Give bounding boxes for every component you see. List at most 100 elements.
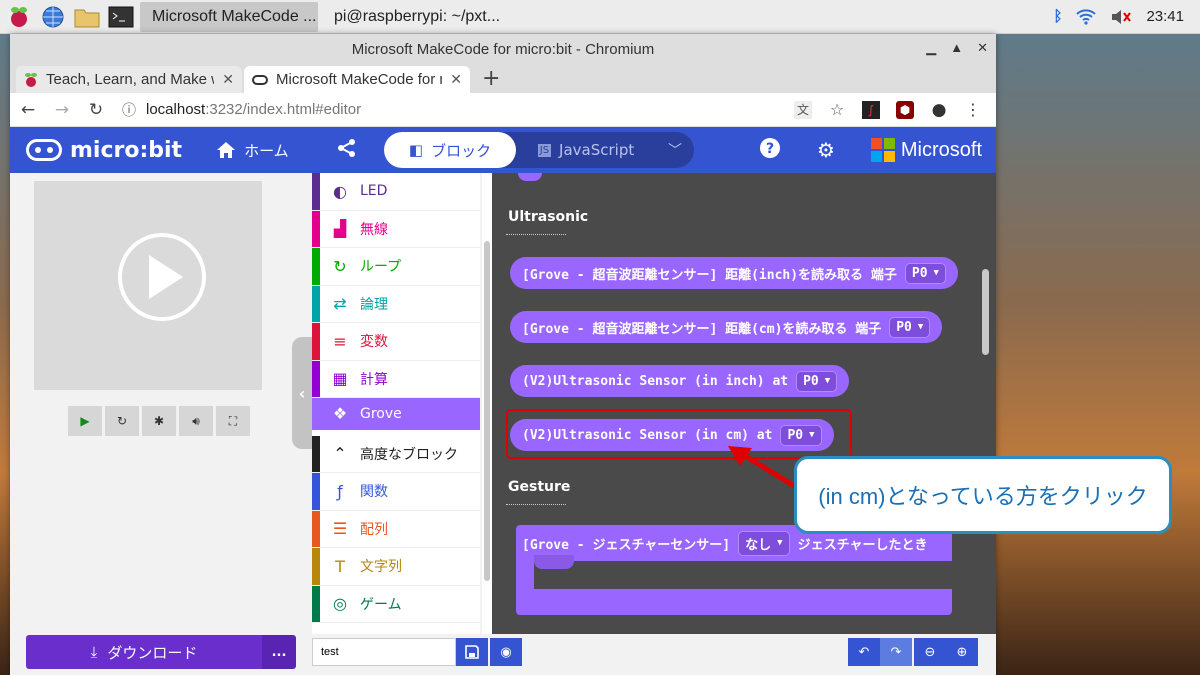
download-button[interactable]: ⤓ ダウンロード <box>26 635 262 669</box>
clock[interactable]: 23:41 <box>1146 8 1184 25</box>
window-titlebar[interactable]: Microsoft MakeCode for micro:bit - Chrom… <box>10 34 996 64</box>
sim-debug-button[interactable]: ✱ <box>142 406 176 436</box>
ublock-icon[interactable]: ⬢ <box>896 100 914 119</box>
file-manager-icon[interactable] <box>72 3 102 31</box>
play-icon <box>149 255 183 299</box>
sim-mute-button[interactable]: 🔊︎ <box>179 406 213 436</box>
block-v2-ultrasonic-inch[interactable]: (V2)Ultrasonic Sensor (in inch) at P0 ▼ <box>510 365 850 397</box>
brand-text: Microsoft <box>900 138 982 161</box>
forward-icon[interactable]: → <box>54 100 70 120</box>
blocks-mode-button[interactable]: ◧ ブロック <box>384 132 516 168</box>
block-v2-ultrasonic-cm[interactable]: (V2)Ultrasonic Sensor (in cm) at P0 ▼ <box>510 419 834 451</box>
block-flyout: Ultrasonic [Grove - 超音波距離センサー] 距離(inch)を… <box>492 173 996 634</box>
new-tab-button[interactable]: + <box>472 66 510 93</box>
category-icon: ❖ <box>332 404 348 424</box>
toolbox-category[interactable]: ◐ LED <box>312 173 480 211</box>
zoom-out-button[interactable]: ⊖ <box>914 638 946 666</box>
sim-play-button[interactable]: ▶ <box>68 406 102 436</box>
url-field[interactable]: ⓘ localhost:3232/index.html#editor <box>122 100 361 120</box>
share-button[interactable] <box>337 138 357 163</box>
github-icon: ◉ <box>500 644 512 660</box>
taskbar-task-terminal[interactable]: pi@raspberrypi: ~/pxt... <box>322 2 504 32</box>
minimize-icon[interactable]: ▁ <box>926 40 936 56</box>
extension-icon[interactable]: ∫ <box>862 100 880 119</box>
sim-restart-button[interactable]: ↻ <box>105 406 139 436</box>
home-button[interactable]: ホーム <box>216 140 289 161</box>
terminal-icon[interactable] <box>106 3 136 31</box>
web-browser-icon[interactable] <box>38 3 68 31</box>
block-ultrasonic-inch-jp[interactable]: [Grove - 超音波距離センサー] 距離(inch)を読み取る 端子 P0 ▼ <box>510 257 958 289</box>
microsoft-logo[interactable]: Microsoft <box>870 138 982 162</box>
toolbox-category[interactable]: ☰ 配列 <box>312 510 480 548</box>
makecode-header: micro:bit ホーム ◧ ブロック JS JavaScript ﹀ ? ⚙ <box>10 127 996 173</box>
help-icon[interactable]: ? <box>759 137 781 164</box>
gear-icon[interactable]: ⚙ <box>817 138 835 162</box>
flyout-scrollbar[interactable] <box>982 269 989 355</box>
pin-dropdown[interactable]: P0 ▼ <box>904 262 946 284</box>
tab-title: Teach, Learn, and Make w <box>46 71 215 88</box>
info-icon[interactable]: ⓘ <box>122 100 136 120</box>
toolbox-category[interactable]: ❖ Grove <box>312 398 480 436</box>
url-path: :3232/index.html#editor <box>205 101 362 118</box>
toolbox-category[interactable]: ⌃ 高度なブロック <box>312 435 480 473</box>
block-ultrasonic-cm-jp[interactable]: [Grove - 超音波距離センサー] 距離(cm)を読み取る 端子 P0 ▼ <box>510 311 943 343</box>
taskbar-task-label: Microsoft MakeCode ... <box>152 7 317 25</box>
account-icon[interactable]: ● <box>930 100 948 120</box>
pin-dropdown[interactable]: P0 ▼ <box>796 370 838 392</box>
undo-button[interactable]: ↶ <box>848 638 880 666</box>
download-more-button[interactable]: ... <box>262 635 296 669</box>
reload-icon[interactable]: ↻ <box>88 100 104 120</box>
block-label: (V2)Ultrasonic Sensor (in inch) at <box>522 373 789 389</box>
wifi-icon[interactable] <box>1076 8 1097 25</box>
toolbox-scrollbar[interactable] <box>482 173 492 634</box>
toolbox-category[interactable]: ↻ ループ <box>312 248 480 286</box>
tab-close-icon[interactable]: ✕ <box>450 71 462 88</box>
tab-close-icon[interactable]: ✕ <box>222 71 234 88</box>
section-ultrasonic: Ultrasonic <box>508 209 589 225</box>
bluetooth-icon[interactable]: ᛒ <box>1053 8 1062 25</box>
toolbox-category[interactable]: ▦ 計算 <box>312 360 480 398</box>
bookmark-star-icon[interactable]: ☆ <box>828 100 846 119</box>
tab-teach-learn[interactable]: Teach, Learn, and Make w ✕ <box>16 66 242 93</box>
gesture-dropdown[interactable]: なし ▼ <box>738 530 790 556</box>
zoom-in-button[interactable]: ⊕ <box>946 638 978 666</box>
block-gesture-event[interactable]: [Grove - ジェスチャーセンサー] なし ▼ ジェスチャーしたとき <box>516 525 952 615</box>
project-name-input[interactable]: test <box>312 638 456 666</box>
dropdown-arrow-icon: ▼ <box>933 268 939 278</box>
editor-mode-toggle: ◧ ブロック JS JavaScript ﹀ <box>384 132 694 168</box>
menu-icon[interactable]: ⋮ <box>964 100 982 119</box>
makecode-tab-icon <box>252 74 268 85</box>
redo-button[interactable]: ↷ <box>880 638 912 666</box>
volume-muted-icon[interactable] <box>1110 9 1132 25</box>
pin-dropdown[interactable]: P0 ▼ <box>780 424 822 446</box>
maximize-icon[interactable]: ▲ <box>950 40 963 56</box>
blocks-mode-label: ブロック <box>431 141 492 160</box>
collapse-simulator-button[interactable]: ‹ <box>292 337 312 449</box>
tab-makecode[interactable]: Microsoft MakeCode for m ✕ <box>244 66 470 93</box>
sim-fullscreen-button[interactable]: ⛶ <box>216 406 250 436</box>
toolbox-category[interactable]: ⇄ 論理 <box>312 285 480 323</box>
category-icon: ≡ <box>333 331 347 351</box>
logo-text: micro:bit <box>70 137 183 163</box>
toolbox-category[interactable]: ▟ 無線 <box>312 210 480 248</box>
toolbox-category[interactable]: ≡ 変数 <box>312 323 480 361</box>
close-icon[interactable]: ✕ <box>977 40 988 56</box>
chevron-down-icon[interactable]: ﹀ <box>656 140 694 160</box>
translate-icon[interactable]: 文 <box>794 100 812 119</box>
save-button[interactable] <box>456 638 488 666</box>
back-icon[interactable]: ← <box>20 100 36 120</box>
block-label-suffix: ジェスチャーしたとき <box>797 537 928 553</box>
browser-window: Microsoft MakeCode for micro:bit - Chrom… <box>10 34 996 675</box>
callout-bubble: (in cm)となっている方をクリック <box>794 456 1172 534</box>
simulator-play-button[interactable] <box>118 233 206 321</box>
toolbox-category[interactable]: ◎ ゲーム <box>312 585 480 623</box>
javascript-mode-button[interactable]: JS JavaScript <box>516 141 656 159</box>
microbit-logo[interactable]: micro:bit <box>26 138 182 163</box>
toolbox-category[interactable]: ƒ 関数 <box>312 473 480 511</box>
toolbox-category[interactable]: T 文字列 <box>312 548 480 586</box>
raspberry-menu-icon[interactable] <box>4 3 34 31</box>
simulator-controls: ▶ ↻ ✱ 🔊︎ ⛶ <box>68 406 250 436</box>
pin-dropdown[interactable]: P0 ▼ <box>889 316 931 338</box>
taskbar-task-chromium[interactable]: Microsoft MakeCode ... <box>140 1 318 32</box>
github-button[interactable]: ◉ <box>490 638 522 666</box>
